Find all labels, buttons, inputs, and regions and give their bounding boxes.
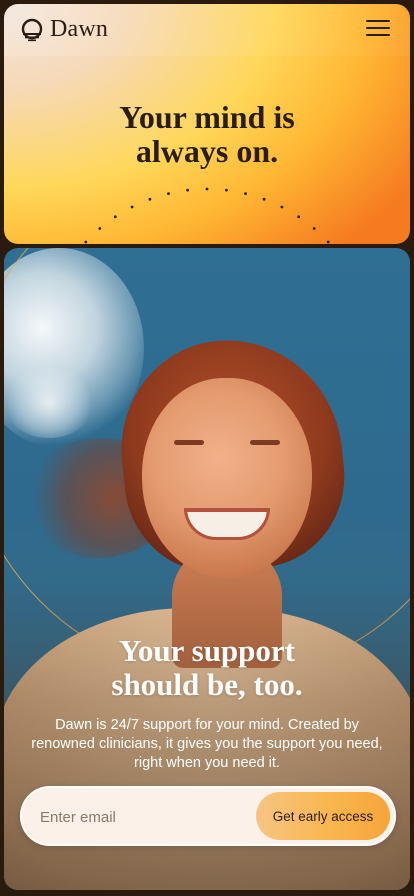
menu-line bbox=[366, 20, 390, 22]
arc-dot bbox=[244, 192, 247, 195]
hero-title-line-1: Your mind is bbox=[119, 99, 295, 135]
support-card: Your support should be, too. Dawn is 24/… bbox=[4, 248, 410, 890]
smiling-face bbox=[142, 378, 312, 578]
hamburger-menu-icon[interactable] bbox=[366, 18, 390, 38]
page-frame: Dawn Your mind is always on. Your suppor… bbox=[0, 0, 414, 896]
get-early-access-button[interactable]: Get early access bbox=[256, 792, 390, 840]
arc-dot bbox=[262, 197, 266, 201]
support-title: Your support should be, too. bbox=[4, 634, 410, 702]
arc-dot bbox=[113, 215, 117, 219]
menu-line bbox=[366, 34, 390, 36]
arc-dot bbox=[312, 227, 316, 230]
arc-dot bbox=[84, 240, 88, 244]
menu-line bbox=[366, 27, 390, 29]
arc-dot bbox=[280, 205, 284, 209]
arc-dot bbox=[98, 227, 102, 230]
arc-dot bbox=[148, 197, 152, 201]
arc-dot bbox=[225, 188, 228, 192]
closed-eye bbox=[174, 440, 204, 445]
support-description: Dawn is 24/7 support for your mind. Crea… bbox=[31, 717, 383, 771]
arc-dot bbox=[326, 240, 330, 244]
signup-form: Get early access bbox=[20, 786, 396, 846]
hero-title-line-2: always on. bbox=[135, 133, 279, 169]
arc-dot bbox=[130, 205, 134, 209]
hero-card: Dawn Your mind is always on. bbox=[4, 4, 410, 244]
arc-dot bbox=[205, 187, 209, 191]
hero-title: Your mind is always on. bbox=[4, 100, 410, 168]
dawn-sun-icon bbox=[21, 18, 43, 41]
arc-dot bbox=[167, 192, 170, 195]
support-title-line-1: Your support bbox=[118, 633, 295, 668]
email-input[interactable] bbox=[40, 804, 250, 830]
brand-name: Dawn bbox=[50, 16, 109, 42]
dotted-arc-decoration bbox=[84, 187, 330, 244]
arc-dot bbox=[297, 215, 301, 219]
support-title-line-2: should be, too. bbox=[111, 667, 303, 702]
closed-eye bbox=[250, 440, 280, 445]
smile bbox=[184, 508, 270, 540]
arc-dot bbox=[186, 188, 190, 192]
brand-logo[interactable]: Dawn bbox=[20, 16, 108, 43]
